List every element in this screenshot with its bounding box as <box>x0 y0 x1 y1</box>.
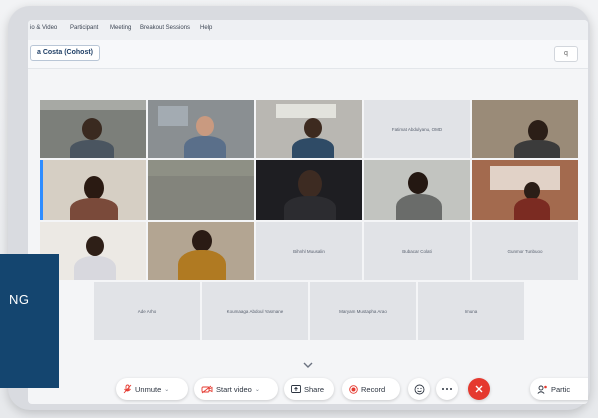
search-button[interactable]: q <box>554 46 578 62</box>
unmute-label: Unmute <box>135 384 162 394</box>
microphone-muted-icon <box>123 384 132 394</box>
participant-name-tile[interactable]: Imuna <box>418 282 524 340</box>
start-video-label: Start video <box>216 384 252 394</box>
participants-icon <box>537 385 547 394</box>
more-icon <box>442 388 452 390</box>
start-video-button[interactable]: Start video ⌄ <box>194 378 278 400</box>
participant-head <box>82 118 102 140</box>
participants-button[interactable]: Partic <box>530 378 588 400</box>
collapse-grid-handle[interactable] <box>293 357 323 368</box>
video-tile[interactable] <box>364 160 470 220</box>
share-label: Share <box>304 384 325 394</box>
wall-light <box>158 106 188 126</box>
participant-name: Gunmor Tunbuoo <box>507 248 543 254</box>
record-label: Record <box>361 384 386 394</box>
menu-participant[interactable]: Participant <box>70 25 98 31</box>
participant-body <box>396 194 442 220</box>
chevron-down-icon: ⌄ <box>164 386 170 393</box>
video-tile[interactable] <box>256 100 362 158</box>
video-tile[interactable] <box>40 100 146 158</box>
participant-head <box>408 172 428 194</box>
participant-body <box>70 198 118 220</box>
participant-name: Maryam Mustapha Arao <box>339 308 387 314</box>
video-tile[interactable] <box>256 160 362 220</box>
participant-name-tile[interactable]: Bubacar Colati <box>364 222 470 280</box>
record-icon <box>349 384 358 394</box>
participant-body <box>74 256 116 280</box>
wall-light <box>148 160 254 176</box>
share-button[interactable]: Share <box>284 378 334 400</box>
menu-breakout-sessions[interactable]: Breakout Sessions <box>140 25 190 31</box>
wall-light <box>40 100 146 110</box>
participant-body <box>514 140 560 158</box>
menu-meeting[interactable]: Meeting <box>110 25 131 31</box>
more-options-button[interactable] <box>436 378 458 400</box>
participant-body <box>178 250 226 280</box>
share-screen-icon <box>291 384 301 393</box>
participant-name-tile[interactable]: Maryam Mustapha Arao <box>310 282 416 340</box>
participant-name: Koumaaga Abdoul Yasmane <box>226 308 284 314</box>
participant-head <box>304 118 322 138</box>
camera-off-icon <box>201 385 213 393</box>
participant-head <box>86 236 104 256</box>
participant-name-tile[interactable]: Fatimat Abdulyanu, OMD <box>364 100 470 158</box>
leave-meeting-button[interactable] <box>468 378 490 400</box>
participant-name: Imuna <box>464 308 478 314</box>
participant-head <box>528 120 548 142</box>
participant-body <box>514 198 550 220</box>
search-icon: q <box>564 50 568 57</box>
reactions-button[interactable] <box>408 378 430 400</box>
menu-bar: io & Video Participant Meeting Breakout … <box>28 20 588 41</box>
participant-body <box>284 196 336 220</box>
participant-head <box>298 170 322 198</box>
wall-light <box>276 104 336 118</box>
participant-name-tile[interactable]: Ade Arho <box>94 282 200 340</box>
participants-label: Partic <box>551 384 571 394</box>
video-tile[interactable] <box>472 100 578 158</box>
smiley-icon <box>414 384 424 394</box>
webex-meeting-window: io & Video Participant Meeting Breakout … <box>28 20 588 404</box>
participant-body <box>70 140 114 158</box>
host-name-chip[interactable]: a Costa (Cohost) <box>30 45 100 61</box>
participant-head <box>196 116 214 136</box>
video-tile[interactable] <box>148 100 254 158</box>
video-tile[interactable] <box>148 222 254 280</box>
participant-name: Bubacar Colati <box>402 248 432 254</box>
participant-body <box>292 138 334 158</box>
close-icon <box>475 385 483 393</box>
caption-banner: NG <box>0 254 59 388</box>
video-tile[interactable] <box>148 160 254 220</box>
meeting-header: a Costa (Cohost) q <box>28 40 588 69</box>
chevron-down-icon <box>303 362 313 368</box>
participant-name: Bihnhl Muusalin <box>293 248 325 254</box>
participant-head <box>192 230 212 252</box>
menu-audio-video[interactable]: io & Video <box>30 25 57 31</box>
menu-help[interactable]: Help <box>200 25 212 31</box>
banner-text: NG <box>9 292 30 307</box>
unmute-button[interactable]: Unmute ⌄ <box>116 378 188 400</box>
video-tile[interactable] <box>472 160 578 220</box>
chevron-down-icon: ⌄ <box>254 386 260 393</box>
active-speaker-indicator <box>40 160 43 220</box>
participant-body <box>184 136 226 158</box>
record-button[interactable]: Record <box>342 378 400 400</box>
participant-name-tile[interactable]: Gunmor Tunbuoo <box>472 222 578 280</box>
video-tile[interactable] <box>40 160 146 220</box>
participant-name: Fatimat Abdulyanu, OMD <box>391 126 443 132</box>
participant-name-tile[interactable]: Koumaaga Abdoul Yasmane <box>202 282 308 340</box>
participant-name: Ade Arho <box>137 308 157 314</box>
laptop-frame: io & Video Participant Meeting Breakout … <box>8 6 590 410</box>
participant-name-tile[interactable]: Bihnhl Muusalin <box>256 222 362 280</box>
participant-head <box>84 176 104 200</box>
